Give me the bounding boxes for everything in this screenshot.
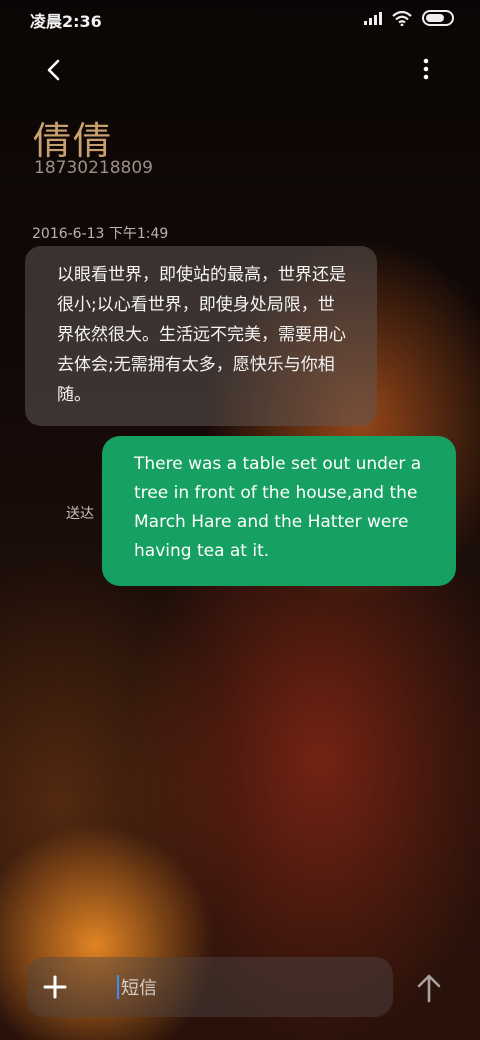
back-button[interactable] bbox=[38, 54, 70, 86]
composer-bar bbox=[27, 957, 393, 1017]
arrow-up-icon bbox=[417, 974, 441, 1003]
chevron-left-icon bbox=[47, 59, 60, 81]
more-options-button[interactable] bbox=[410, 54, 442, 86]
status-icons bbox=[364, 10, 454, 26]
battery-icon bbox=[422, 10, 454, 26]
delivery-status: 送达 bbox=[66, 506, 94, 522]
more-vertical-icon bbox=[423, 58, 429, 80]
contact-name: 倩倩 bbox=[33, 119, 114, 163]
incoming-message-text: 以眼看世界，即使站的最高，世界还是很小;以心看世界，即使身处局限，世界依然很大。… bbox=[57, 265, 346, 405]
send-button[interactable] bbox=[412, 970, 446, 1006]
message-input[interactable] bbox=[119, 967, 383, 1009]
outgoing-message-text: There was a table set out under a tree i… bbox=[134, 454, 422, 561]
signal-icon bbox=[364, 11, 382, 25]
message-timestamp: 2016-6-13 下午1:49 bbox=[32, 226, 169, 242]
add-attachment-button[interactable] bbox=[37, 969, 73, 1005]
plus-icon bbox=[43, 975, 67, 999]
status-time: 凌晨2:36 bbox=[30, 12, 102, 31]
incoming-message-bubble[interactable]: 以眼看世界，即使站的最高，世界还是很小;以心看世界，即使身处局限，世界依然很大。… bbox=[25, 246, 377, 426]
status-bar: 凌晨2:36 bbox=[0, 0, 480, 40]
contact-number: 18730218809 bbox=[34, 158, 153, 178]
outgoing-message-bubble[interactable]: There was a table set out under a tree i… bbox=[102, 436, 456, 586]
wifi-icon bbox=[392, 10, 412, 26]
